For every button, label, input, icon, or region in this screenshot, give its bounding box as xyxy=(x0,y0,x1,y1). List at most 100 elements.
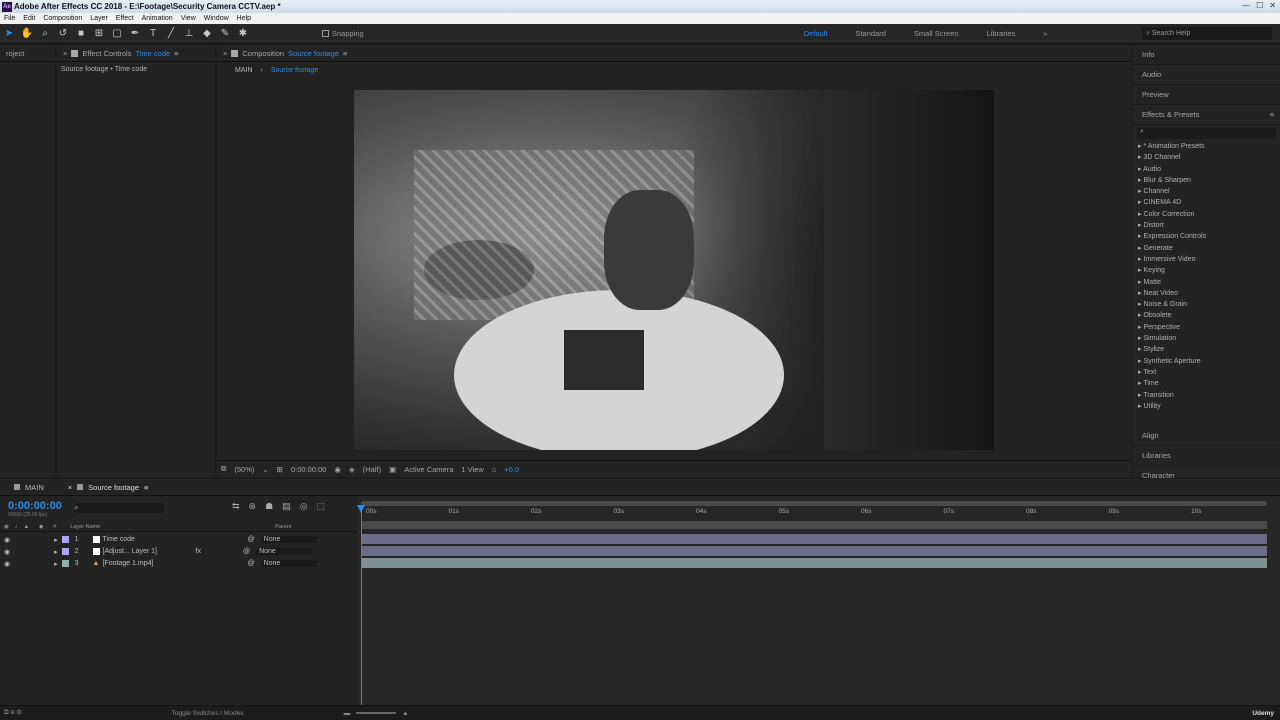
effects-category-item[interactable]: ▸ 3D Channel xyxy=(1133,153,1280,164)
expand-arrow-icon[interactable]: ▸ xyxy=(54,560,58,568)
expand-arrow-icon[interactable]: ▸ xyxy=(54,536,58,544)
label-color[interactable] xyxy=(61,560,69,567)
crumb-source-footage[interactable]: Source footage xyxy=(271,67,318,74)
layer-name[interactable]: [Footage 1.mp4] xyxy=(102,560,167,567)
brush-tool-icon[interactable]: ╱ xyxy=(164,27,178,41)
eye-icon[interactable]: ◉ xyxy=(4,560,10,568)
effects-category-item[interactable]: ▸ Matte xyxy=(1133,278,1280,289)
menu-view[interactable]: View xyxy=(177,15,200,22)
workspace-libraries[interactable]: Libraries xyxy=(987,29,1016,38)
tab-source-footage[interactable]: × Source footage ≡ xyxy=(58,483,159,492)
minimize-icon[interactable]: — xyxy=(1242,1,1250,10)
effects-category-item[interactable]: ▸ CINEMA 4D xyxy=(1133,198,1280,209)
composition-viewer[interactable] xyxy=(354,90,994,450)
search-help-input[interactable]: ⌕ Search Help xyxy=(1142,27,1272,40)
layer-bar[interactable] xyxy=(361,558,1267,568)
workspace-overflow-icon[interactable]: » xyxy=(1043,29,1047,38)
current-timecode[interactable]: 0:00:00:00 xyxy=(291,465,326,474)
pan-behind-tool-icon[interactable]: ⊞ xyxy=(92,27,106,41)
preview-panel-tab[interactable]: Preview xyxy=(1133,85,1280,105)
parent-pickwhip-icon[interactable]: @ xyxy=(248,536,255,543)
panel-menu-icon[interactable]: ≡ xyxy=(174,49,178,58)
graph-editor-icon[interactable]: ⬚ xyxy=(317,501,326,512)
layer-row[interactable]: ◉ ▸ 1 Time code @ None xyxy=(0,534,357,545)
grid-icon[interactable]: ⊞ xyxy=(277,465,283,474)
workspace-default[interactable]: Default xyxy=(804,29,828,38)
effects-category-item[interactable]: ▸ Color Correction xyxy=(1133,210,1280,221)
audio-icon[interactable]: ♪ xyxy=(15,524,18,530)
menu-effect[interactable]: Effect xyxy=(112,15,138,22)
roto-brush-tool-icon[interactable]: ✎ xyxy=(218,27,232,41)
align-panel-tab[interactable]: Align xyxy=(1133,426,1280,446)
close-icon[interactable]: × xyxy=(223,49,227,58)
effects-category-item[interactable]: ▸ Expression Controls xyxy=(1133,232,1280,243)
effects-category-item[interactable]: ▸ Generate xyxy=(1133,244,1280,255)
effects-category-item[interactable]: ▸ Obsolete xyxy=(1133,311,1280,322)
effects-category-item[interactable]: ▸ Neat Video xyxy=(1133,289,1280,300)
exposure-value[interactable]: +0.0 xyxy=(504,465,519,474)
effects-category-item[interactable]: ▸ Immersive Video xyxy=(1133,255,1280,266)
tab-project[interactable]: roject xyxy=(0,49,30,58)
comp-flowchart-icon[interactable]: ⇆ xyxy=(232,501,240,512)
label-icon[interactable]: ◆ xyxy=(39,524,43,530)
layer-row[interactable]: ◉ ▸ 2 [Adjust... Layer 1] fx @ None xyxy=(0,546,357,557)
selection-tool-icon[interactable]: ➤ xyxy=(2,27,16,41)
camera-select[interactable]: Active Camera xyxy=(404,465,453,474)
panel-menu-icon[interactable]: ≡ xyxy=(144,483,148,492)
render-icon[interactable]: ⌂ xyxy=(492,465,497,474)
rectangle-tool-icon[interactable]: ▢ xyxy=(110,27,124,41)
region-icon[interactable]: ▣ xyxy=(389,465,396,474)
pen-tool-icon[interactable]: ✒ xyxy=(128,27,142,41)
work-area-bar[interactable] xyxy=(361,501,1267,506)
menu-layer[interactable]: Layer xyxy=(86,15,112,22)
label-color[interactable] xyxy=(61,548,69,555)
snapshot-icon[interactable]: ⧉ xyxy=(221,464,226,474)
crumb-main[interactable]: MAIN xyxy=(235,67,253,74)
work-area-range[interactable] xyxy=(361,521,1267,529)
menu-file[interactable]: File xyxy=(0,15,19,22)
current-time-display[interactable]: 0:00:00:00 xyxy=(8,500,62,512)
panel-menu-icon[interactable]: ≡ xyxy=(343,49,347,58)
expand-arrow-icon[interactable]: ▸ xyxy=(54,548,58,556)
maximize-icon[interactable]: ☐ xyxy=(1256,1,1263,10)
rotate-tool-icon[interactable]: ↺ xyxy=(56,27,70,41)
hand-tool-icon[interactable]: ✋ xyxy=(20,27,34,41)
menu-help[interactable]: Help xyxy=(233,15,255,22)
libraries-panel-tab[interactable]: Libraries xyxy=(1133,446,1280,466)
zoom-select[interactable]: (50%) xyxy=(234,465,254,474)
playhead[interactable] xyxy=(361,506,362,720)
layer-row[interactable]: ◉ ▸ 3 ▲ [Footage 1.mp4] @ None xyxy=(0,558,357,569)
parent-select[interactable]: None xyxy=(260,536,317,543)
zoom-in-icon[interactable]: ▲ xyxy=(402,710,408,717)
effects-category-item[interactable]: ▸ Transition xyxy=(1133,391,1280,402)
eye-icon[interactable]: ◉ xyxy=(4,548,10,556)
zoom-tool-icon[interactable]: ⌕ xyxy=(38,27,52,41)
parent-pickwhip-icon[interactable]: @ xyxy=(247,560,254,567)
render-time-icon[interactable]: ⧉ ⊞ ⚙ xyxy=(4,709,22,717)
effects-category-item[interactable]: ▸ Stylize xyxy=(1133,345,1280,356)
effects-category-item[interactable]: ▸ Channel xyxy=(1133,187,1280,198)
snapping-toggle[interactable]: Snapping xyxy=(322,29,364,38)
effects-category-item[interactable]: ▸ Audio xyxy=(1133,165,1280,176)
motion-blur-icon[interactable]: ◎ xyxy=(300,501,308,512)
effects-category-item[interactable]: ▸ Synthetic Aperture xyxy=(1133,357,1280,368)
parent-pickwhip-icon[interactable]: @ xyxy=(243,548,250,555)
toggle-switches-button[interactable]: Toggle Switches / Modes xyxy=(172,710,244,717)
effects-category-item[interactable]: ▸ Perspective xyxy=(1133,323,1280,334)
tab-main[interactable]: MAIN xyxy=(0,483,58,492)
draft-3d-icon[interactable]: ⊛ xyxy=(249,501,257,512)
menu-window[interactable]: Window xyxy=(200,15,233,22)
info-panel-tab[interactable]: Info xyxy=(1133,45,1280,65)
tab-composition[interactable]: × Composition Source footage ≡ xyxy=(217,49,353,58)
menu-composition[interactable]: Composition xyxy=(39,15,86,22)
type-tool-icon[interactable]: T xyxy=(146,27,160,41)
color-icon[interactable]: ◈ xyxy=(349,465,355,474)
clone-stamp-tool-icon[interactable]: ⊥ xyxy=(182,27,196,41)
close-icon[interactable]: × xyxy=(63,49,67,58)
menu-edit[interactable]: Edit xyxy=(19,15,39,22)
lock-icon[interactable]: ▲ xyxy=(24,524,29,530)
audio-panel-tab[interactable]: Audio xyxy=(1133,65,1280,85)
camera-icon[interactable]: ◉ xyxy=(334,465,341,474)
effects-category-item[interactable]: ▸ Text xyxy=(1133,368,1280,379)
label-color[interactable] xyxy=(61,536,69,543)
